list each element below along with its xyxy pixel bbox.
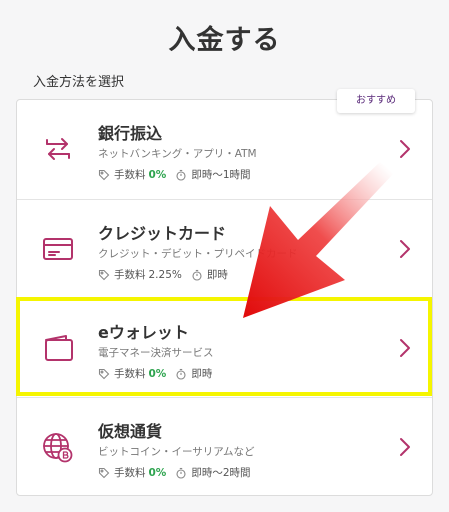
method-crypto[interactable]: 仮想通貨 ビットコイン・イーサリアムなど 手数料 0% 即時〜2時間 — [17, 397, 432, 496]
fee-value: 0% — [148, 168, 167, 181]
method-meta: 手数料 0% 即時 — [98, 366, 212, 381]
credit-card-icon — [39, 230, 77, 268]
method-subtitle: 電子マネー決済サービス — [98, 347, 214, 359]
stopwatch-icon — [175, 368, 187, 380]
chevron-right-icon — [398, 138, 412, 160]
stopwatch-icon — [191, 269, 203, 281]
chevron-right-icon — [398, 337, 412, 359]
stopwatch-icon — [175, 169, 187, 181]
method-title: 仮想通貨 — [98, 422, 163, 441]
tag-icon — [98, 269, 110, 281]
fee-value: 0% — [148, 367, 167, 380]
bank-transfer-icon — [39, 130, 77, 168]
method-subtitle: ビットコイン・イーサリアムなど — [98, 446, 255, 458]
method-title: 銀行振込 — [98, 124, 163, 143]
page-title: 入金する — [168, 25, 281, 56]
tag-icon — [98, 467, 110, 479]
section-label: 入金方法を選択 — [33, 75, 125, 90]
processing-time: 即時〜1時間 — [191, 169, 251, 181]
fee-label: 手数料 — [114, 368, 146, 380]
tag-icon — [98, 368, 110, 380]
processing-time: 即時〜2時間 — [191, 467, 251, 479]
chevron-right-icon — [398, 436, 412, 458]
fee-label: 手数料 — [114, 467, 146, 479]
method-bank-transfer[interactable]: 銀行振込 ネットバンキング・アプリ・ATM 手数料 0% 即時〜1時間 — [17, 100, 432, 199]
fee-label: 手数料 — [114, 269, 146, 281]
processing-time: 即時 — [206, 269, 228, 281]
wallet-icon — [39, 329, 77, 367]
method-meta: 手数料 0% 即時〜2時間 — [98, 465, 251, 480]
stopwatch-icon — [175, 467, 187, 479]
tag-icon — [98, 169, 110, 181]
method-subtitle: クレジット・デビット・プリペイドカード — [98, 248, 298, 260]
method-title: クレジットカード — [98, 224, 227, 243]
method-e-wallet[interactable]: eウォレット 電子マネー決済サービス 手数料 0% 即時 — [17, 298, 432, 397]
recommended-badge: おすすめ — [337, 89, 415, 113]
method-title: eウォレット — [98, 323, 189, 342]
method-credit-card[interactable]: クレジットカード クレジット・デビット・プリペイドカード 手数料 2.25% 即… — [17, 199, 432, 298]
processing-time: 即時 — [191, 368, 213, 380]
fee-value: 0% — [148, 466, 167, 479]
method-meta: 手数料 2.25% 即時 — [98, 267, 228, 282]
method-subtitle: ネットバンキング・アプリ・ATM — [98, 148, 257, 160]
chevron-right-icon — [398, 238, 412, 260]
fee-label: 手数料 — [114, 169, 146, 181]
fee-value: 2.25% — [148, 268, 182, 281]
method-meta: 手数料 0% 即時〜1時間 — [98, 167, 251, 182]
crypto-globe-icon — [39, 428, 77, 466]
